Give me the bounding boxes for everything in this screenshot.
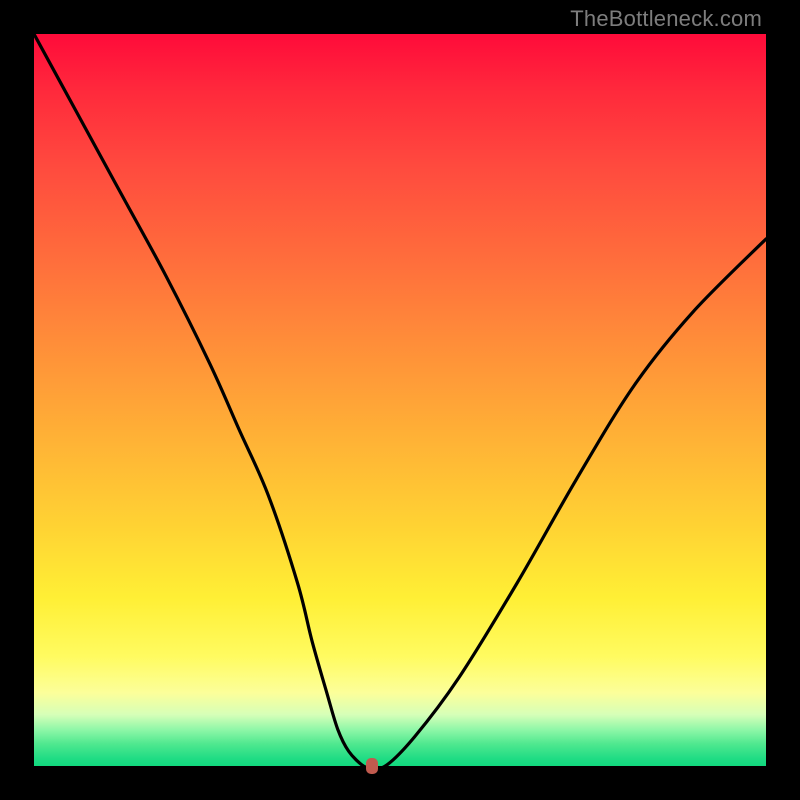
plot-area — [34, 34, 766, 766]
chart-frame: TheBottleneck.com — [0, 0, 800, 800]
watermark-text: TheBottleneck.com — [570, 6, 762, 32]
bottleneck-curve — [34, 34, 766, 766]
optimal-point-marker — [366, 758, 378, 774]
